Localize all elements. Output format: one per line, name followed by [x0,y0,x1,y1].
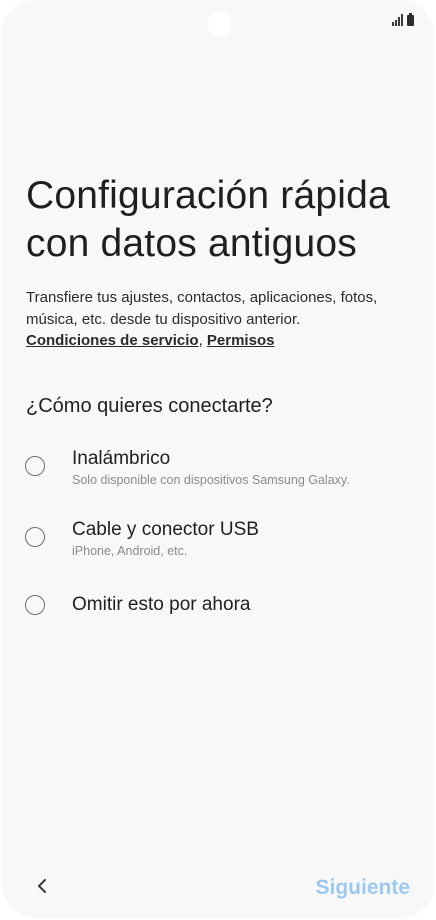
next-button[interactable]: Siguiente [315,874,410,902]
page-title: Configuración rápida con datos antiguos [26,174,390,265]
option-wireless[interactable]: Inalámbrico Solo disponible con disposit… [2,444,434,500]
permissions-link[interactable]: Permisos [207,332,275,349]
radio-usb-cable[interactable] [25,527,45,547]
option-usb-cable[interactable]: Cable y conector USB iPhone, Android, et… [2,515,434,571]
connection-question: ¿Cómo quieres conectarte? [26,395,273,417]
phone-screen: Configuración rápida con datos antiguos … [2,0,434,918]
terms-link[interactable]: Condiciones de servicio [26,332,199,349]
signal-icon [392,14,403,26]
links-separator: , [198,332,207,349]
front-camera [207,12,231,36]
radio-skip[interactable] [25,595,45,615]
radio-wireless[interactable] [25,456,45,476]
page-description: Transfiere tus ajustes, contactos, aplic… [26,289,378,328]
legal-links: Condiciones de servicio, Permisos [26,331,274,351]
option-label: Cable y conector USB [72,519,259,540]
option-skip[interactable]: Omitir esto por ahora [2,590,434,646]
option-label: Inalámbrico [72,448,171,469]
battery-icon [407,13,414,26]
option-sublabel: Solo disponible con dispositivos Samsung… [72,473,350,487]
status-bar [392,12,414,26]
option-sublabel: iPhone, Android, etc. [72,544,188,558]
option-label: Omitir esto por ahora [72,594,251,615]
chevron-left-icon[interactable] [30,874,54,898]
